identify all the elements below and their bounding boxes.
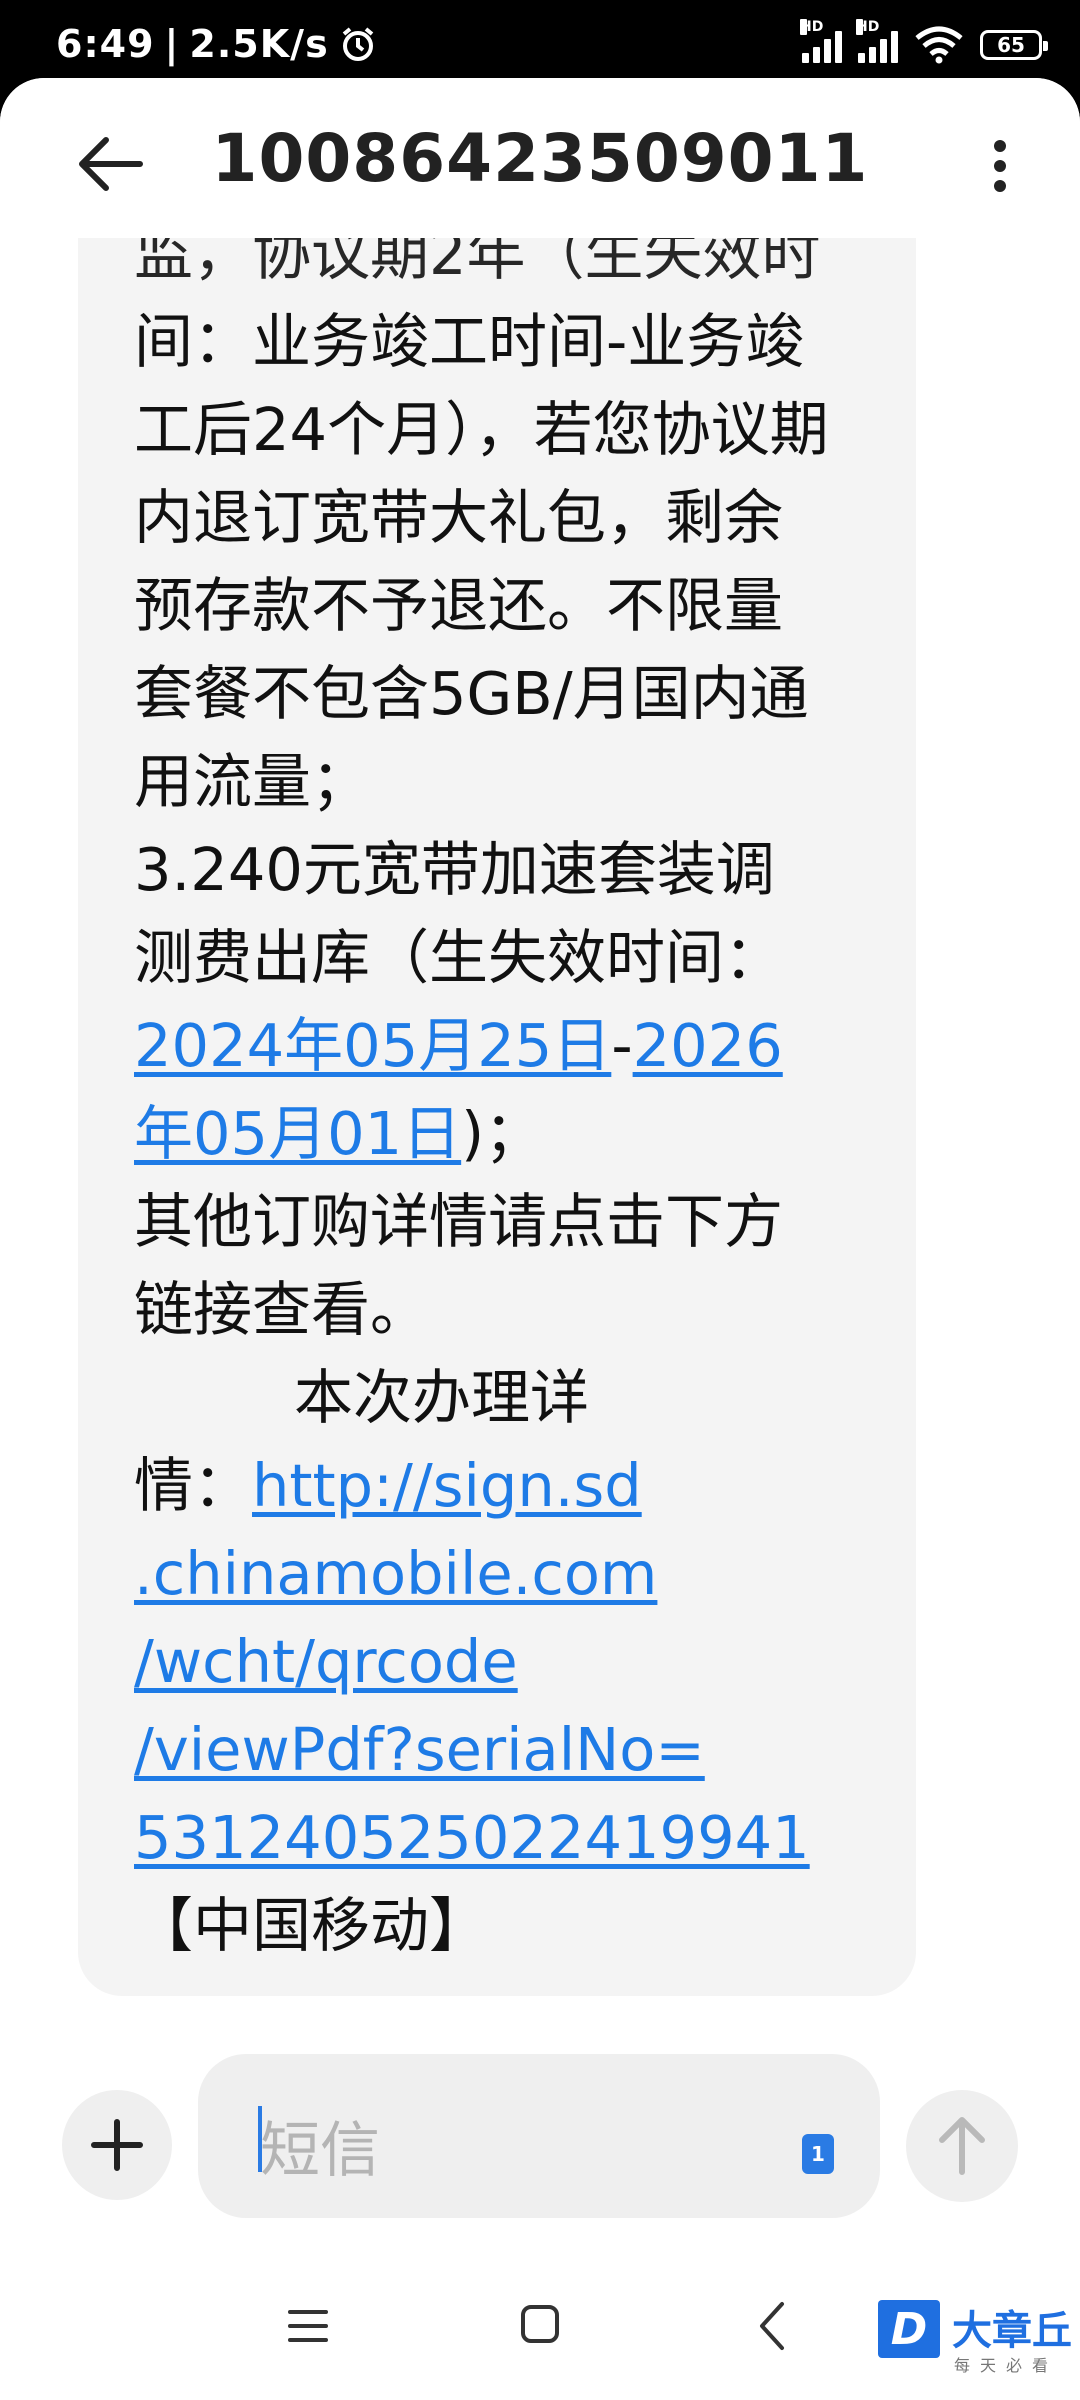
date-end-link-part1[interactable]: 2026 xyxy=(633,1011,783,1080)
detail-prefix: 情： xyxy=(134,1451,253,1520)
wifi-icon xyxy=(915,26,963,64)
url-line-3: /wcht/qrcode xyxy=(134,1618,914,1706)
message-line: 内退订宽带大礼包，剩余 xyxy=(134,483,784,552)
menu-icon[interactable] xyxy=(286,2306,330,2346)
url-link-part3[interactable]: /wcht/qrcode xyxy=(134,1627,518,1696)
url-line-2: .chinamobile.com xyxy=(134,1530,914,1618)
message-line: 工后24个月），若您协议期 xyxy=(134,395,829,464)
message-line: 其他订购详情请点击下方 xyxy=(134,1187,784,1256)
date-line: 2024年05月25日-2026 xyxy=(134,1002,914,1090)
url-link-part1[interactable]: http://sign.sd xyxy=(252,1451,642,1520)
watermark-letter: D xyxy=(878,2300,940,2358)
status-right: HD HD 65 xyxy=(800,19,1048,64)
message-line: 3.240元宽带加速套装调 xyxy=(134,835,775,904)
alarm-icon xyxy=(342,27,373,61)
battery-icon: 65 xyxy=(980,30,1048,60)
messages-app: 10086423509011 监，协议期2年（生失效时 间：业务竣工时间-业务竣… xyxy=(0,78,1080,2400)
watermark-name: 大章丘 xyxy=(952,2308,1072,2354)
message-line: 测费出库（生失效时间： xyxy=(134,923,784,992)
battery-level: 65 xyxy=(997,33,1025,57)
message-line: 链接查看。 xyxy=(134,1275,430,1344)
plus-icon xyxy=(91,2119,143,2171)
url-line-4: /viewPdf?serialNo= xyxy=(134,1706,914,1794)
url-link-part2[interactable]: .chinamobile.com xyxy=(134,1539,657,1608)
message-line: 间：业务竣工时间-业务竣 xyxy=(134,307,805,376)
nav-back-icon[interactable] xyxy=(754,2300,790,2352)
more-vert-icon[interactable] xyxy=(970,128,1030,204)
url-link-part5[interactable]: 531240525022419941 xyxy=(134,1803,810,1872)
message-body: 监，协议期2年（生失效时 间：业务竣工时间-业务竣 工后24个月），若您协议期 … xyxy=(134,210,914,1970)
message-signature: 【中国移动】 xyxy=(134,1891,489,1960)
url-line-5: 531240525022419941 xyxy=(134,1794,914,1882)
message-line: 用流量； xyxy=(134,747,371,816)
status-time: 6:49 xyxy=(56,22,155,66)
arrow-up-icon xyxy=(939,2117,985,2175)
signal-hd-label-2: HD xyxy=(856,19,880,35)
send-button[interactable] xyxy=(906,2090,1018,2202)
date-close: )； xyxy=(461,1099,544,1168)
status-speed: 2.5K/s xyxy=(189,22,329,66)
input-placeholder: 短信 xyxy=(260,2116,380,2186)
date-start-link[interactable]: 2024年05月25日 xyxy=(134,1011,611,1080)
message-input[interactable]: 短信 1 xyxy=(198,2054,880,2218)
add-attachment-button[interactable] xyxy=(62,2090,172,2200)
date-end-link-part2[interactable]: 年05月01日 xyxy=(134,1099,461,1168)
detail-line: 本次办理详 xyxy=(294,1363,590,1432)
signal-hd-label-1: HD xyxy=(800,19,824,35)
url-line-1: 情：http://sign.sd xyxy=(134,1442,914,1530)
message-line: 预存款不予退还。不限量 xyxy=(134,571,784,640)
sim-card-badge[interactable]: 1 xyxy=(802,2134,834,2174)
status-left: 6:49 | 2.5K/s xyxy=(56,22,377,66)
url-link-part4[interactable]: /viewPdf?serialNo= xyxy=(134,1715,705,1784)
signal-icon-1: HD xyxy=(800,19,842,63)
message-line: 套餐不包含5GB/月国内通 xyxy=(134,659,809,728)
date-dash: - xyxy=(611,1011,633,1080)
signal-icon-2: HD xyxy=(856,19,898,63)
top-bar: 10086423509011 xyxy=(0,78,1080,238)
status-divider: | xyxy=(164,22,180,66)
conversation-title: 10086423509011 xyxy=(211,120,869,197)
watermark-logo: D 大章丘 每天必看 xyxy=(878,2290,1080,2400)
date-line-2: 年05月01日)； xyxy=(134,1090,914,1178)
status-bar: 6:49 | 2.5K/s HD HD 65 xyxy=(0,0,1080,90)
watermark-sub: 每天必看 xyxy=(954,2356,1059,2375)
home-square-icon[interactable] xyxy=(520,2304,560,2344)
